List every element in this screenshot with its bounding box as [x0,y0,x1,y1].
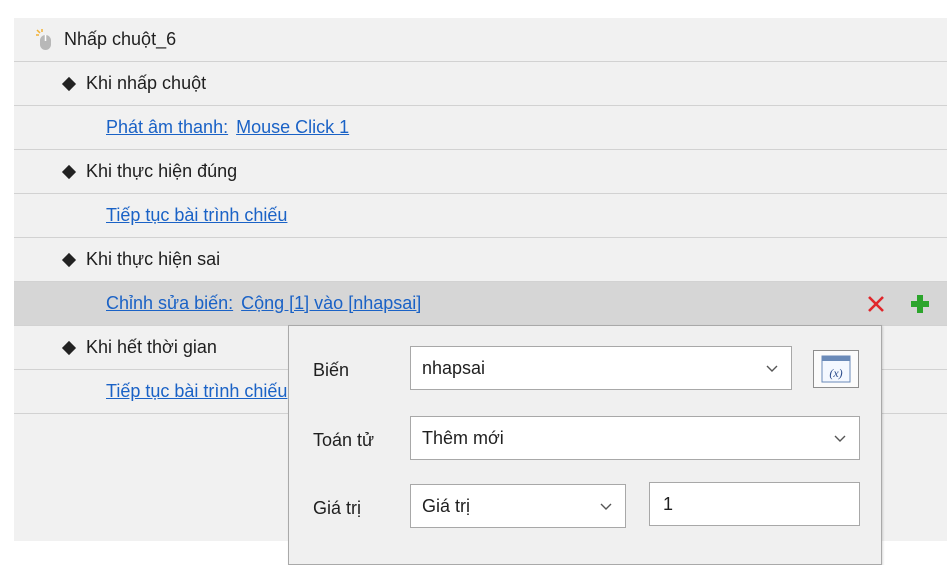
event-label: Khi nhấp chuột [86,73,207,93]
chevron-down-icon [600,503,612,510]
value-type-select-value: Giá trị [422,495,471,516]
operator-label: Toán tử [313,430,375,450]
operator-select-value: Thêm mới [422,427,504,448]
trigger-header[interactable]: Nhấp chuột_6 [14,18,947,62]
event-label: Khi thực hiện đúng [86,161,238,181]
event-row-click[interactable]: Khi nhấp chuột [14,62,947,106]
value-label: Giá trị [313,498,362,518]
variable-label: Biến [313,360,350,380]
diamond-bullet-icon [61,252,77,267]
action-link[interactable]: Phát âm thanh: [106,117,228,138]
operator-select[interactable]: Thêm mới [410,416,860,460]
variable-x-icon: (x) [821,355,851,383]
event-row-correct[interactable]: Khi thực hiện đúng [14,150,947,194]
add-icon[interactable] [909,293,931,315]
value-type-select[interactable]: Giá trị [410,484,626,528]
action-link[interactable]: Chỉnh sửa biến: [106,293,233,314]
action-detail-link[interactable]: Mouse Click 1 [236,117,349,138]
action-detail-link[interactable]: Cộng [1] vào [nhapsai] [241,293,421,314]
variable-select-value: nhapsai [422,357,486,378]
variable-select[interactable]: nhapsai [410,346,792,390]
action-row-adjust-variable[interactable]: Chỉnh sửa biến: Cộng [1] vào [nhapsai] [14,282,947,326]
event-row-incorrect[interactable]: Khi thực hiện sai [14,238,947,282]
chevron-down-icon [766,365,778,372]
action-link[interactable]: Tiếp tục bài trình chiếu [106,381,287,402]
event-label: Khi hết thời gian [86,337,217,357]
event-label: Khi thực hiện sai [86,249,221,269]
mouse-click-icon [36,28,51,50]
action-row-continue: Tiếp tục bài trình chiếu [14,194,947,238]
diamond-bullet-icon [61,76,77,91]
chevron-down-icon [834,435,846,442]
action-link[interactable]: Tiếp tục bài trình chiếu [106,205,287,226]
adjust-variable-popup: Biến nhapsai (x) Toán tử Thêm mới Giá tr… [288,325,882,565]
trigger-title: Nhấp chuột_6 [64,29,177,49]
svg-text:(x): (x) [829,366,842,380]
diamond-bullet-icon [61,164,77,179]
diamond-bullet-icon [61,340,77,355]
variable-manager-button[interactable]: (x) [813,350,859,388]
delete-icon[interactable] [865,293,887,315]
value-input[interactable] [649,482,860,526]
action-row-play-sound: Phát âm thanh: Mouse Click 1 [14,106,947,150]
